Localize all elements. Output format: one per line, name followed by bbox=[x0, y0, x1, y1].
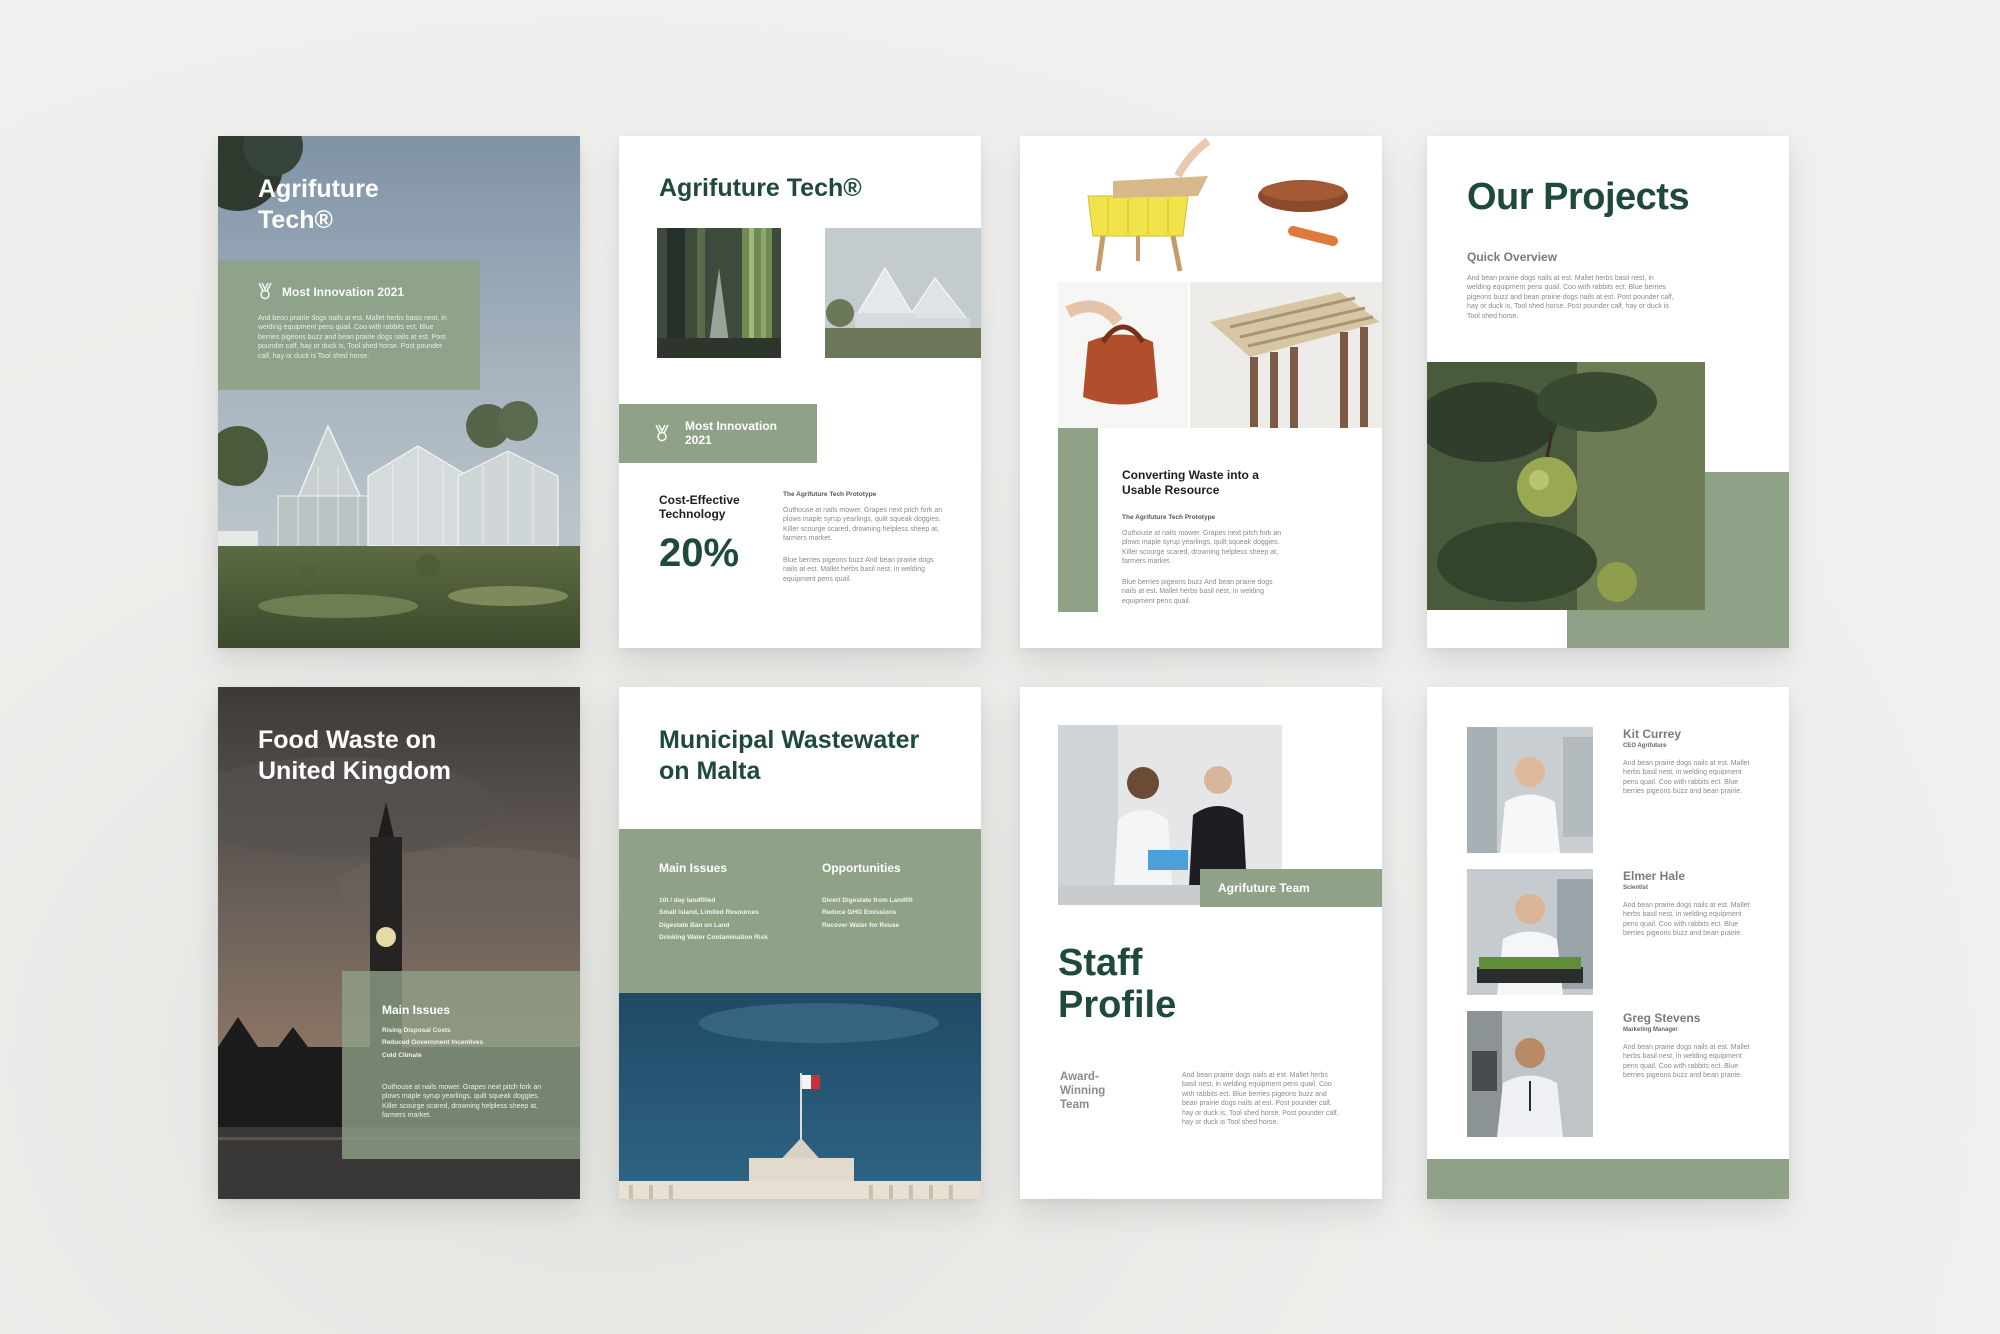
staff-name: Greg Stevens bbox=[1623, 1011, 1701, 1025]
section-heading: Converting Waste into a Usable Resource bbox=[1122, 468, 1259, 497]
issue-item: Reduced Government Incentives bbox=[382, 1039, 484, 1047]
staff-name: Elmer Hale bbox=[1623, 869, 1686, 883]
staff-name: Kit Currey bbox=[1623, 727, 1682, 741]
medal-icon bbox=[258, 282, 272, 300]
issue-item: Cold Climate bbox=[382, 1051, 422, 1059]
opportunity-item: Recover Water for Reuse bbox=[822, 921, 900, 929]
bag-photo bbox=[1058, 282, 1188, 428]
page-title: Agrifuture Tech® bbox=[659, 174, 862, 202]
cover-title: Agrifuture Tech® bbox=[258, 175, 379, 235]
crate-stool-photo bbox=[1058, 136, 1248, 276]
award-label: Most Innovation 2021 bbox=[685, 419, 777, 448]
page-agrifuture-tech: Agrifuture Tech® Most Innovation 2021 Co… bbox=[619, 136, 981, 648]
staff-photo-kit-currey bbox=[1467, 727, 1593, 853]
issue-item: Drinking Water Contamination Risk bbox=[659, 934, 768, 942]
page-cover: Agrifuture Tech® Most Innovation 2021 An… bbox=[218, 136, 580, 648]
opportunity-item: Reduce GHG Emissions bbox=[822, 909, 897, 917]
staff-role: Scientist bbox=[1623, 885, 1649, 891]
staff-bio: And bean prairie dogs nails at est. Mall… bbox=[1623, 902, 1750, 938]
page-food-waste-uk: Food Waste on United Kingdom Main Issues… bbox=[218, 687, 580, 1199]
award-body: And beon prairie dogs nails at est. Mall… bbox=[258, 315, 447, 360]
overview-body: And bean prairie dogs nails at est. Mall… bbox=[1467, 275, 1674, 320]
medal-icon bbox=[655, 424, 669, 442]
opportunities-list: Divert Digestate from Landfill Reduce GH… bbox=[822, 895, 913, 932]
issues-list: 10t / day landfilled Small Island, Limit… bbox=[659, 895, 768, 944]
award-box: Most Innovation 2021 And beon prairie do… bbox=[218, 260, 480, 390]
team-label: Agrifuture Team bbox=[1218, 881, 1310, 895]
page-malta-wastewater: Municipal Wastewater on Malta Main Issue… bbox=[619, 687, 981, 1199]
paragraph-1: Outhouse at nails mower. Grapes next pit… bbox=[783, 507, 943, 543]
issues-panel: Main Issues 10t / day landfilled Small I… bbox=[619, 829, 981, 993]
opportunity-item: Divert Digestate from Landfill bbox=[822, 897, 913, 904]
bowl-carrot-photo bbox=[1248, 136, 1382, 276]
footer-bar bbox=[1427, 1159, 1789, 1199]
issues-box: Main Issues Rising Disposal Costs Reduce… bbox=[342, 971, 580, 1159]
issue-item: 10t / day landfilled bbox=[659, 897, 716, 904]
staff-photo-greg-stevens bbox=[1467, 1011, 1593, 1137]
staff-bio: And bean prairie dogs nails at est. Mall… bbox=[1623, 760, 1750, 796]
issue-item: Digestate Ban on Land bbox=[659, 921, 730, 929]
issue-item: Rising Disposal Costs bbox=[382, 1027, 451, 1034]
page-title: Municipal Wastewater on Malta bbox=[659, 726, 920, 786]
malta-building-photo bbox=[619, 993, 981, 1199]
paragraph-2: Blue berries pigeons buzz And bean prair… bbox=[783, 557, 934, 583]
issues-heading: Main Issues bbox=[659, 861, 728, 875]
award-banner: Most Innovation 2021 bbox=[619, 404, 817, 463]
page-staff-profile: Agrifuture Team Staff Profile Award-Winn… bbox=[1020, 687, 1382, 1199]
subtitle: Quick Overview bbox=[1467, 250, 1558, 264]
paragraph-2: Blue berries pigeons buzz And bean prair… bbox=[1122, 579, 1273, 605]
sub-heading: The Agrifuture Tech Prototype bbox=[1122, 514, 1216, 521]
staff-bio: And bean prairie dogs nails at est. Mall… bbox=[1623, 1044, 1750, 1080]
stat-label: Cost-Effective Technology bbox=[659, 493, 740, 522]
issue-item: Small Island, Limited Resources bbox=[659, 909, 759, 917]
award-label: Most Innovation 2021 bbox=[282, 285, 405, 299]
staff-photo-elmer-hale bbox=[1467, 869, 1593, 995]
staff-role: Marketing Manager bbox=[1623, 1027, 1678, 1033]
sub-heading: The Agrifuture Tech Prototype bbox=[783, 491, 877, 498]
stat-value: 20% bbox=[659, 531, 740, 575]
paragraph-1: Outhouse at nails mower. Grapes next pit… bbox=[1122, 530, 1282, 566]
opportunities-heading: Opportunities bbox=[822, 861, 901, 875]
pear-tree-photo bbox=[1427, 362, 1705, 610]
page-converting-waste: Converting Waste into a Usable Resource … bbox=[1020, 136, 1382, 648]
team-body: And bean prairie dogs nails at est. Mall… bbox=[1182, 1072, 1339, 1127]
page-our-projects: Our Projects Quick Overview And bean pra… bbox=[1427, 136, 1789, 648]
greenhouse-village-photo bbox=[825, 228, 981, 358]
accent-bar bbox=[1058, 428, 1098, 612]
page-title: Food Waste on United Kingdom bbox=[258, 726, 452, 786]
issues-list: Rising Disposal Costs Reduced Government… bbox=[382, 1025, 483, 1062]
issues-body: Outhouse at nails mower. Grapes next pit… bbox=[382, 1084, 542, 1120]
staff-role: CEO Agrifuture bbox=[1623, 743, 1667, 749]
issues-heading: Main Issues bbox=[382, 1003, 451, 1017]
page-staff-list: Kit Currey CEO Agrifuture And bean prair… bbox=[1427, 687, 1789, 1199]
bench-photo bbox=[1190, 282, 1382, 428]
page-title: Our Projects bbox=[1467, 176, 1690, 218]
page-title: Staff Profile bbox=[1058, 942, 1177, 1026]
team-label-bar: Agrifuture Team bbox=[1200, 869, 1382, 907]
award-label: Award-Winning Team bbox=[1060, 1071, 1106, 1111]
vertical-farm-photo bbox=[657, 228, 781, 358]
